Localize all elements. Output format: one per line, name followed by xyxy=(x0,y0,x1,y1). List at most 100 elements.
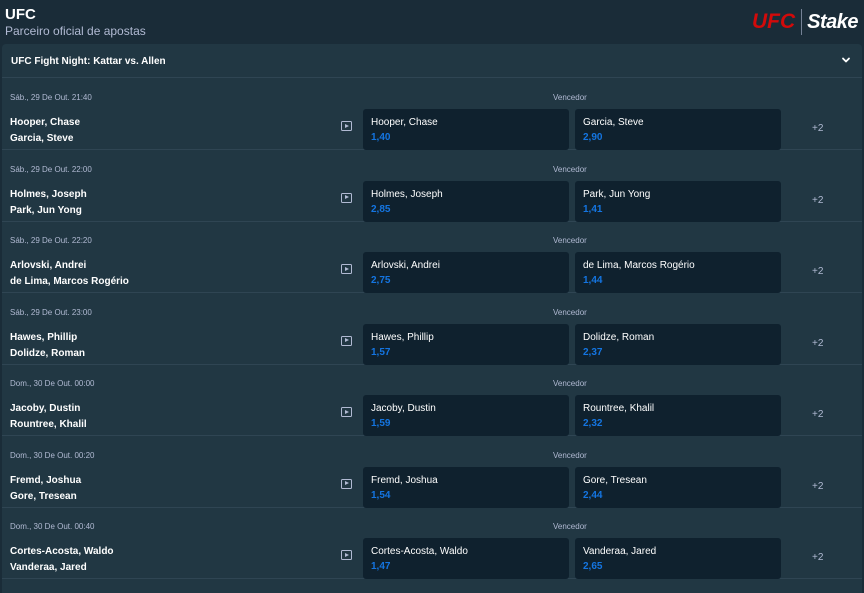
match-row: Sáb., 29 De Out. 22:00 Vencedor Holmes, … xyxy=(2,151,862,222)
odds-price: 2,85 xyxy=(371,203,391,215)
fighter-one-name: Fremd, Joshua xyxy=(10,474,82,486)
fighter-one-name: Jacoby, Dustin xyxy=(10,403,81,414)
fighter-two-name: Garcia, Steve xyxy=(10,133,74,144)
page-header: UFC Parceiro oficial de apostas UFC Stak… xyxy=(0,0,864,44)
odds-price: 1,40 xyxy=(371,132,391,143)
live-stream-icon[interactable] xyxy=(341,264,352,274)
more-markets-button[interactable]: +2 xyxy=(812,338,823,349)
odds-price: 2,75 xyxy=(371,275,391,286)
odds-button-fighter-one[interactable]: Fremd, Joshua 1,54 xyxy=(363,466,569,508)
live-stream-icon[interactable] xyxy=(341,407,352,417)
odds-price: 1,59 xyxy=(371,418,391,429)
odds-button-fighter-one[interactable]: Holmes, Joseph 2,85 xyxy=(363,180,569,222)
fighter-one-name: Hooper, Chase xyxy=(10,117,81,128)
odds-outcome-name: de Lima, Marcos Rogério xyxy=(583,260,695,271)
page-subtitle: Parceiro oficial de apostas xyxy=(5,24,146,38)
odds-button-fighter-two[interactable]: Rountree, Khalil 2,32 xyxy=(575,395,781,436)
more-markets-button[interactable]: +2 xyxy=(812,195,823,206)
match-date: Dom., 30 De Out. 00:40 xyxy=(10,522,95,531)
odds-button-fighter-two[interactable]: Park, Jun Yong 1,41 xyxy=(575,180,781,222)
odds-button-fighter-two[interactable]: Garcia, Steve 2,90 xyxy=(575,109,781,150)
fighter-one-name: Hawes, Phillip xyxy=(10,331,78,343)
odds-outcome-name: Park, Jun Yong xyxy=(583,188,651,200)
fighter-two-name: de Lima, Marcos Rogério xyxy=(10,276,129,287)
odds-button-fighter-two[interactable]: Dolidze, Roman 2,37 xyxy=(575,323,781,365)
fighter-two-name: Vanderaa, Jared xyxy=(10,562,87,573)
stake-logo: Stake xyxy=(807,11,858,33)
fighter-two-name: Dolidze, Roman xyxy=(10,347,86,359)
odds-outcome-name: Garcia, Steve xyxy=(583,117,644,128)
fighter-one-name: Arlovski, Andrei xyxy=(10,260,87,271)
event-panel: UFC Fight Night: Kattar vs. Allen Sáb., … xyxy=(2,44,862,593)
odds-price: 2,44 xyxy=(583,489,603,501)
market-label: Vencedor xyxy=(553,450,587,460)
logo-divider xyxy=(801,9,803,35)
fighter-one-name: Holmes, Joseph xyxy=(10,188,87,200)
odds-outcome-name: Cortes-Acosta, Waldo xyxy=(371,546,468,557)
odds-outcome-name: Hawes, Phillip xyxy=(371,331,434,343)
match-date: Sáb., 29 De Out. 22:20 xyxy=(10,236,92,245)
ufc-logo: UFC xyxy=(751,10,796,33)
match-date: Dom., 30 De Out. 00:00 xyxy=(10,379,95,388)
odds-outcome-name: Hooper, Chase xyxy=(371,117,438,128)
odds-price: 1,41 xyxy=(583,203,603,215)
live-stream-icon[interactable] xyxy=(341,192,352,203)
match-row: Dom., 30 De Out. 00:20 Vencedor Fremd, J… xyxy=(2,437,862,508)
odds-price: 2,90 xyxy=(583,132,603,143)
odds-price: 1,47 xyxy=(371,561,391,572)
odds-outcome-name: Rountree, Khalil xyxy=(583,403,655,414)
more-markets-button[interactable]: +2 xyxy=(812,409,823,420)
market-label: Vencedor xyxy=(553,379,587,388)
odds-button-fighter-one[interactable]: Hooper, Chase 1,40 xyxy=(363,109,569,150)
odds-button-fighter-one[interactable]: Arlovski, Andrei 2,75 xyxy=(363,252,569,293)
fighter-two-name: Gore, Tresean xyxy=(10,490,77,502)
match-row: Dom., 30 De Out. 00:40 Vencedor Cortes-A… xyxy=(2,508,862,579)
event-title: UFC Fight Night: Kattar vs. Allen xyxy=(11,56,166,67)
market-label: Vencedor xyxy=(553,307,587,317)
market-label: Vencedor xyxy=(553,164,587,174)
odds-button-fighter-one[interactable]: Jacoby, Dustin 1,59 xyxy=(363,395,569,436)
odds-button-fighter-one[interactable]: Hawes, Phillip 1,57 xyxy=(363,323,569,365)
odds-price: 2,37 xyxy=(583,346,603,358)
odds-button-fighter-one[interactable]: Cortes-Acosta, Waldo 1,47 xyxy=(363,538,569,579)
odds-outcome-name: Dolidze, Roman xyxy=(583,331,655,343)
event-header[interactable]: UFC Fight Night: Kattar vs. Allen xyxy=(2,44,862,78)
market-label: Vencedor xyxy=(553,522,587,531)
odds-price: 1,57 xyxy=(371,346,391,358)
odds-price: 1,54 xyxy=(371,489,391,501)
more-markets-button[interactable]: +2 xyxy=(812,552,823,563)
market-label: Vencedor xyxy=(553,93,587,102)
match-row: Sáb., 29 De Out. 22:20 Vencedor Arlovski… xyxy=(2,222,862,293)
odds-button-fighter-two[interactable]: Gore, Tresean 2,44 xyxy=(575,466,781,508)
odds-outcome-name: Fremd, Joshua xyxy=(371,474,438,486)
fighter-two-name: Rountree, Khalil xyxy=(10,419,87,430)
more-markets-button[interactable]: +2 xyxy=(812,266,823,277)
fighter-two-name: Park, Jun Yong xyxy=(10,204,82,216)
odds-outcome-name: Arlovski, Andrei xyxy=(371,260,440,271)
match-date: Dom., 30 De Out. 00:20 xyxy=(10,450,95,460)
odds-price: 1,44 xyxy=(583,275,603,286)
odds-outcome-name: Holmes, Joseph xyxy=(371,188,443,200)
match-date: Sáb., 29 De Out. 23:00 xyxy=(10,307,92,317)
more-markets-button[interactable]: +2 xyxy=(812,123,823,134)
match-date: Sáb., 29 De Out. 22:00 xyxy=(10,164,92,174)
live-stream-icon[interactable] xyxy=(341,550,352,560)
match-row: Sáb., 29 De Out. 21:40 Vencedor Hooper, … xyxy=(2,79,862,150)
odds-button-fighter-two[interactable]: de Lima, Marcos Rogério 1,44 xyxy=(575,252,781,293)
partner-logos: UFC Stake xyxy=(752,8,858,36)
live-stream-icon[interactable] xyxy=(341,335,352,346)
chevron-down-icon[interactable] xyxy=(840,54,852,66)
odds-price: 2,65 xyxy=(583,561,603,572)
match-row: Sáb., 29 De Out. 23:00 Vencedor Hawes, P… xyxy=(2,294,862,365)
page-title: UFC xyxy=(5,6,36,23)
fighter-one-name: Cortes-Acosta, Waldo xyxy=(10,546,114,557)
live-stream-icon[interactable] xyxy=(341,478,352,489)
odds-button-fighter-two[interactable]: Vanderaa, Jared 2,65 xyxy=(575,538,781,579)
match-row: Dom., 30 De Out. 00:00 Vencedor Jacoby, … xyxy=(2,365,862,436)
odds-outcome-name: Vanderaa, Jared xyxy=(583,546,657,557)
odds-outcome-name: Gore, Tresean xyxy=(583,474,647,486)
market-label: Vencedor xyxy=(553,236,587,245)
more-markets-button[interactable]: +2 xyxy=(812,481,823,492)
live-stream-icon[interactable] xyxy=(341,121,352,131)
odds-price: 2,32 xyxy=(583,418,603,429)
